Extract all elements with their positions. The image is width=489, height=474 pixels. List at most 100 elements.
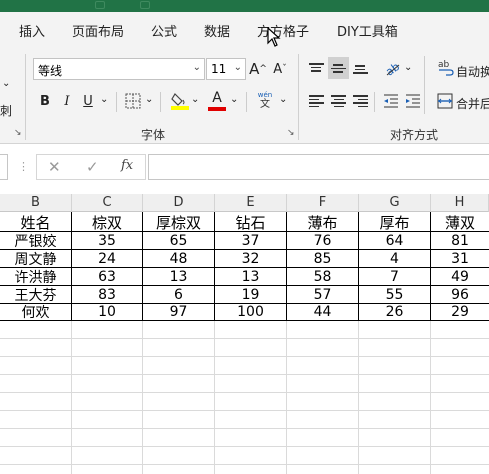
borders-icon[interactable] [125,93,141,109]
font-size-combo[interactable]: 11 ⌄ [206,58,246,80]
borders-dropdown-icon[interactable]: ⌄ [145,94,153,105]
left-cut-label[interactable]: 刺 [0,102,12,119]
column-header-g[interactable]: G [359,194,431,212]
table-cell[interactable]: 64 [359,232,430,249]
underline-button[interactable]: U [80,90,96,112]
font-launcher-icon[interactable]: ↘ [287,128,295,138]
table-cell-name[interactable]: 严银姣 [0,232,71,250]
align-center-icon[interactable] [331,93,346,109]
table-cell[interactable]: 48 [143,250,214,267]
wrap-text-label[interactable]: 自动换 [456,63,489,80]
column-header-h[interactable]: H [431,194,489,212]
phonetic-dropdown-icon[interactable]: ⌄ [279,94,287,105]
table-cell[interactable]: 35 [72,232,142,249]
chevron-down-icon[interactable]: ⌄ [234,62,242,73]
name-box[interactable] [0,154,8,180]
table-cell[interactable]: 31 [431,250,489,267]
table-cell[interactable]: 81 [431,232,489,249]
table-cell[interactable]: 32 [215,250,286,267]
table-cell[interactable]: 37 [215,232,286,249]
clipboard-launcher-icon[interactable]: ↘ [14,128,22,138]
column-header-c[interactable]: C [72,194,143,212]
column-header-d[interactable]: D [143,194,215,212]
table-cell[interactable]: 13 [215,268,286,285]
table-cell[interactable]: 100 [215,304,286,320]
header-cell[interactable]: 薄布 [287,213,358,232]
increase-font-button[interactable]: A ^ [248,58,268,80]
table-cell[interactable]: 97 [143,304,214,320]
column-header-b[interactable]: B [0,194,72,212]
header-cell[interactable]: 薄双 [431,213,489,232]
table-cell[interactable]: 49 [431,268,489,285]
increase-indent-icon[interactable] [405,93,421,109]
left-dropdown-icon[interactable]: ⌄ [2,78,10,89]
phonetic-guide-button[interactable]: wén 文 [254,91,276,113]
table-cell[interactable]: 29 [431,304,489,320]
tab-diy-toolbox[interactable]: DIY工具箱 [337,21,398,40]
wrap-text-icon[interactable]: ab [438,58,454,76]
ribbon-separator [374,92,375,112]
column-header-e[interactable]: E [215,194,287,212]
align-left-icon[interactable] [309,93,324,109]
insert-function-icon[interactable]: fx [121,158,133,173]
font-color-icon[interactable]: A [208,90,226,112]
table-cell[interactable]: 6 [143,286,214,303]
font-name-combo[interactable]: 等线 ⌄ [33,58,205,80]
orientation-dropdown-icon[interactable]: ⌄ [404,62,412,73]
merge-center-label[interactable]: 合并后 [456,95,489,112]
cancel-icon[interactable]: ✕ [48,158,61,176]
formula-input[interactable] [148,154,489,180]
table-cell[interactable]: 83 [72,286,142,303]
table-cell-name[interactable]: 周文静 [0,250,71,268]
table-cell[interactable]: 58 [287,268,358,285]
chevron-down-icon[interactable]: ⌄ [193,62,201,73]
decrease-indent-icon[interactable] [383,93,399,109]
table-cell[interactable]: 13 [143,268,214,285]
table-cell[interactable]: 44 [287,304,358,320]
table-cell[interactable]: 57 [287,286,358,303]
merge-center-icon[interactable] [437,92,453,110]
table-cell-name[interactable]: 何欢 [0,304,71,320]
bold-button[interactable]: B [37,90,53,112]
tab-formulas[interactable]: 公式 [151,21,177,40]
table-cell-name[interactable]: 王大芬 [0,286,71,304]
column-header-f[interactable]: F [287,194,359,212]
orientation-icon[interactable]: ab [384,60,402,76]
table-cell[interactable]: 7 [359,268,430,285]
header-cell[interactable]: 厚布 [359,213,430,232]
tab-insert[interactable]: 插入 [19,21,45,40]
align-bottom-icon[interactable] [353,63,368,76]
align-middle-icon[interactable] [328,57,349,79]
table-cell[interactable]: 76 [287,232,358,249]
align-top-icon[interactable] [309,61,324,74]
underline-dropdown-icon[interactable]: ⌄ [100,94,108,105]
align-right-icon[interactable] [353,93,368,109]
table-cell[interactable]: 55 [359,286,430,303]
table-cell[interactable]: 24 [72,250,142,267]
table-cell-name[interactable]: 许洪静 [0,268,71,286]
font-color-dropdown-icon[interactable]: ⌄ [230,94,238,105]
tab-page-layout[interactable]: 页面布局 [72,21,124,40]
tab-fangfanggezi[interactable]: 方方格子 [257,21,309,40]
table-cell[interactable]: 65 [143,232,214,249]
worksheet-grid[interactable]: B C D E F G H 姓名 棕双 厚棕双 钻石 薄布 厚布 薄双 严银姣 … [0,194,489,474]
table-cell[interactable]: 10 [72,304,142,320]
qat-save-icon[interactable] [140,1,150,9]
decrease-font-button[interactable]: Aˇ [270,58,290,80]
italic-button[interactable]: I [59,90,75,112]
fill-color-icon[interactable] [171,91,189,111]
header-cell-name[interactable]: 姓名 [0,213,71,232]
header-cell[interactable]: 棕双 [72,213,142,232]
table-cell[interactable]: 19 [215,286,286,303]
table-cell[interactable]: 96 [431,286,489,303]
enter-icon[interactable]: ✓ [86,158,99,176]
table-cell[interactable]: 4 [359,250,430,267]
fill-dropdown-icon[interactable]: ⌄ [191,94,199,105]
header-cell[interactable]: 厚棕双 [143,213,214,232]
table-cell[interactable]: 63 [72,268,142,285]
header-cell[interactable]: 钻石 [215,213,286,232]
tab-data[interactable]: 数据 [204,21,230,40]
table-cell[interactable]: 26 [359,304,430,320]
formula-bar-grip-icon[interactable]: ⋮ [18,160,29,173]
table-cell[interactable]: 85 [287,250,358,267]
